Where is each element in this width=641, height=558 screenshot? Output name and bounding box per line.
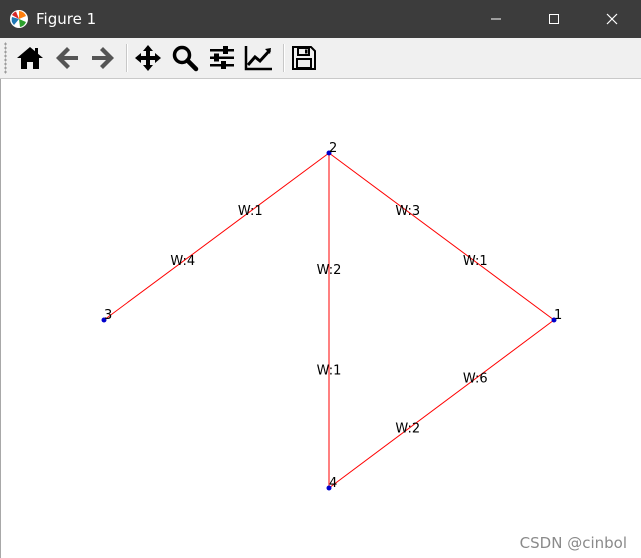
graph-edge-2-3 xyxy=(103,152,330,321)
toolbar-separator xyxy=(283,44,285,72)
maximize-button[interactable] xyxy=(525,0,583,38)
edge-weight-label: W:1 xyxy=(317,363,342,378)
close-button[interactable] xyxy=(583,0,641,38)
edge-weight-label: W:2 xyxy=(395,422,420,437)
magnifier-icon xyxy=(172,45,199,72)
matplotlib-logo-icon xyxy=(10,10,28,28)
arrow-left-icon xyxy=(56,47,78,69)
navigation-toolbar xyxy=(0,38,641,79)
maximize-icon xyxy=(549,14,559,24)
floppy-disk-icon xyxy=(292,46,316,70)
pan-button[interactable] xyxy=(132,42,164,74)
configure-subplots-button[interactable] xyxy=(206,42,238,74)
toolbar-grip[interactable] xyxy=(4,42,7,74)
minimize-button[interactable] xyxy=(467,0,525,38)
node-label: 2 xyxy=(329,141,337,156)
edge-weight-label: W:4 xyxy=(170,254,195,269)
move-icon xyxy=(135,45,161,71)
line-chart-icon xyxy=(244,46,272,71)
save-button[interactable] xyxy=(288,42,320,74)
minimize-icon xyxy=(491,18,501,20)
node-label: 1 xyxy=(554,308,562,323)
graph-edge-1-4 xyxy=(328,319,555,489)
edge-weight-label: W:1 xyxy=(463,254,488,269)
toolbar-separator xyxy=(126,44,128,72)
arrow-right-icon xyxy=(92,47,114,69)
edge-weight-label: W:2 xyxy=(317,263,342,278)
back-button[interactable] xyxy=(51,42,83,74)
edge-weight-label: W:6 xyxy=(463,371,488,386)
node-label: 4 xyxy=(329,476,337,491)
close-icon xyxy=(606,13,618,25)
forward-button[interactable] xyxy=(87,42,119,74)
graph-edge-1-2 xyxy=(328,152,555,321)
edit-axis-button[interactable] xyxy=(243,42,275,74)
watermark: CSDN @cinbol xyxy=(519,534,627,552)
zoom-button[interactable] xyxy=(169,42,201,74)
figure-canvas[interactable]: W:1 W:3 W:1 W:4 W:2 W:1 W:6 W:2 1 2 3 4 xyxy=(0,79,641,558)
home-button[interactable] xyxy=(14,42,46,74)
edge-weight-label: W:1 xyxy=(238,204,263,219)
node-label: 3 xyxy=(104,308,112,323)
window-titlebar[interactable]: Figure 1 xyxy=(0,0,641,38)
home-icon xyxy=(17,47,43,69)
edge-weight-label: W:3 xyxy=(395,204,420,219)
sliders-icon xyxy=(210,46,234,69)
window-title: Figure 1 xyxy=(36,10,97,28)
